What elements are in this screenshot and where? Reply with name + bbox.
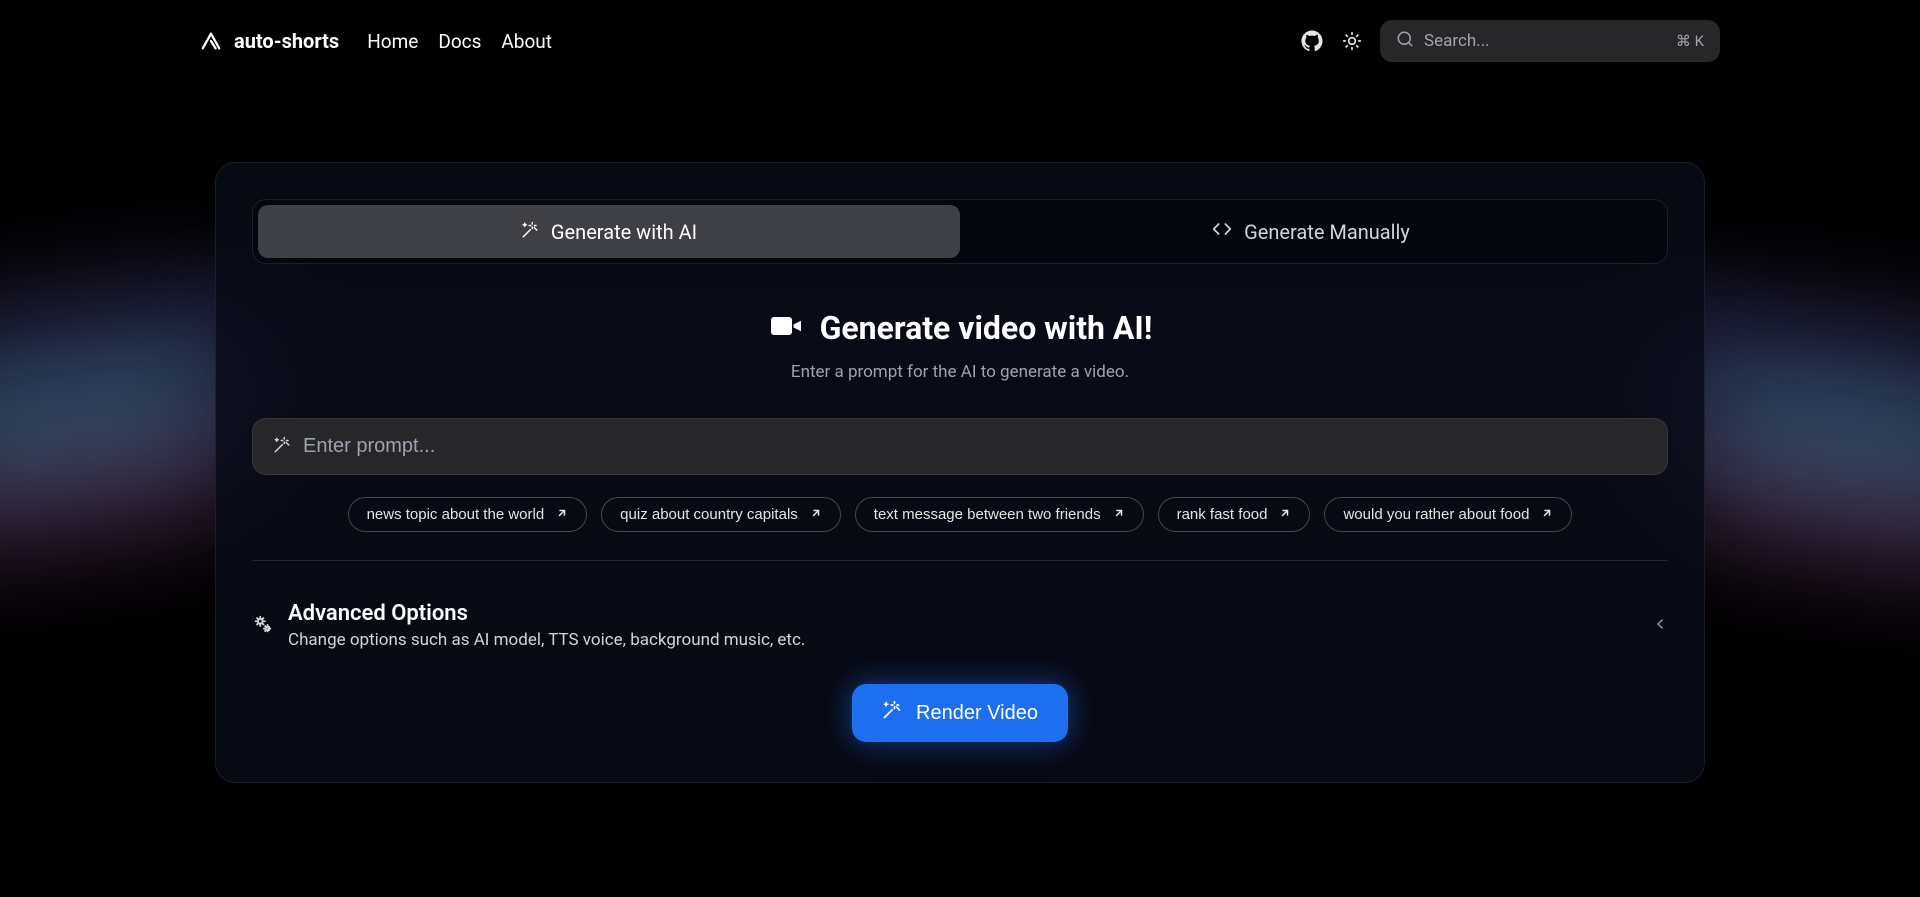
- arrow-up-right-icon: [556, 506, 568, 523]
- arrow-up-right-icon: [1279, 506, 1291, 523]
- page-subtitle: Enter a prompt for the AI to generate a …: [252, 362, 1668, 382]
- chip-label: quiz about country capitals: [620, 506, 798, 523]
- arrow-up-right-icon: [810, 506, 822, 523]
- tab-generate-ai[interactable]: Generate with AI: [258, 205, 960, 258]
- nav-link-docs[interactable]: Docs: [438, 30, 481, 53]
- bg-decor-left: [0, 320, 250, 620]
- prompt-input-wrap: [252, 418, 1668, 475]
- magic-wand-icon: [521, 220, 539, 244]
- search-shortcut: ⌘ K: [1676, 32, 1704, 50]
- brand[interactable]: auto-shorts: [200, 29, 339, 53]
- advanced-desc: Change options such as AI model, TTS voi…: [288, 630, 1638, 650]
- nav-link-about[interactable]: About: [501, 30, 552, 53]
- page-title: Generate video with AI!: [820, 309, 1153, 347]
- advanced-options-toggle[interactable]: Advanced Options Change options such as …: [252, 601, 1668, 650]
- suggestion-chip[interactable]: quiz about country capitals: [601, 497, 841, 532]
- suggestion-chip[interactable]: news topic about the world: [348, 497, 588, 532]
- chip-label: would you rather about food: [1343, 506, 1529, 523]
- search-icon: [1396, 30, 1424, 52]
- brand-name: auto-shorts: [234, 29, 339, 53]
- tab-manual-label: Generate Manually: [1244, 220, 1410, 244]
- search-box[interactable]: Search... ⌘ K: [1380, 20, 1720, 62]
- magic-wand-icon: [273, 436, 291, 458]
- chip-label: news topic about the world: [367, 506, 545, 523]
- suggestion-chips: news topic about the world quiz about co…: [252, 497, 1668, 532]
- tabs: Generate with AI Generate Manually: [252, 199, 1668, 264]
- code-icon: [1212, 219, 1232, 244]
- brand-logo-icon: [200, 30, 222, 52]
- render-video-button[interactable]: Render Video: [852, 684, 1068, 742]
- search-placeholder: Search...: [1424, 31, 1676, 51]
- divider: [252, 560, 1668, 561]
- header: auto-shorts Home Docs About Search... ⌘ …: [0, 0, 1920, 82]
- bg-decor-right: [1670, 340, 1920, 640]
- arrow-up-right-icon: [1541, 506, 1553, 523]
- nav-links: Home Docs About: [367, 30, 552, 53]
- heading: Generate video with AI!: [252, 308, 1668, 348]
- tab-generate-manually[interactable]: Generate Manually: [960, 205, 1662, 258]
- tab-ai-label: Generate with AI: [551, 220, 697, 244]
- suggestion-chip[interactable]: rank fast food: [1158, 497, 1311, 532]
- arrow-up-right-icon: [1113, 506, 1125, 523]
- nav-link-home[interactable]: Home: [367, 30, 418, 53]
- chip-label: rank fast food: [1177, 506, 1268, 523]
- suggestion-chip[interactable]: would you rather about food: [1324, 497, 1572, 532]
- magic-wand-icon: [882, 700, 902, 726]
- chevron-left-icon: [1652, 616, 1668, 636]
- chip-label: text message between two friends: [874, 506, 1101, 523]
- render-button-label: Render Video: [916, 702, 1038, 725]
- github-icon[interactable]: [1300, 29, 1324, 53]
- advanced-title: Advanced Options: [288, 601, 1638, 626]
- video-icon: [768, 308, 804, 348]
- theme-toggle-icon[interactable]: [1340, 29, 1364, 53]
- main-card: Generate with AI Generate Manually Gener…: [215, 162, 1705, 783]
- prompt-input[interactable]: [303, 435, 1647, 458]
- gears-icon: [252, 613, 274, 639]
- suggestion-chip[interactable]: text message between two friends: [855, 497, 1144, 532]
